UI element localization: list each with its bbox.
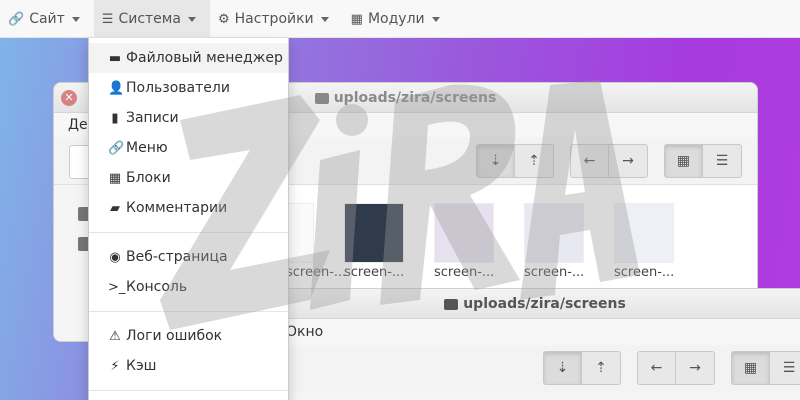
chevron-down-icon bbox=[71, 16, 80, 22]
close-icon[interactable]: ✕ bbox=[61, 90, 77, 106]
nav-button-group: ← → bbox=[570, 144, 648, 178]
menu-item-label: Записи bbox=[126, 110, 179, 126]
view-button-group: ▦ ☰ bbox=[664, 144, 742, 178]
file-name: screen-... bbox=[434, 265, 495, 280]
view-button-group: ▦ ☰ bbox=[731, 351, 800, 385]
file-name: screen-... bbox=[344, 265, 405, 280]
grid-icon: ▦ bbox=[108, 170, 122, 186]
grid-view-button[interactable]: ▦ bbox=[732, 352, 770, 384]
menu-item-users[interactable]: 👤 Пользователи bbox=[89, 73, 288, 103]
nav-system[interactable]: ☰ Система bbox=[93, 0, 210, 38]
window-menubar: Окно bbox=[256, 319, 800, 345]
nav-modules[interactable]: ▦ Модули bbox=[343, 0, 454, 38]
list-view-button[interactable]: ☰ bbox=[703, 145, 741, 177]
forward-button[interactable]: → bbox=[676, 352, 714, 384]
terminal-icon: >_ bbox=[108, 279, 126, 295]
menu-item-web-page[interactable]: ◉ Веб-страница bbox=[89, 242, 288, 272]
menu-item-cache[interactable]: ⚡ Кэш bbox=[89, 351, 288, 381]
window-toolbar: ⇣ ⇡ ← → ▦ ☰ bbox=[256, 345, 800, 393]
sort-button-group: ⇣ ⇡ bbox=[476, 144, 554, 178]
menu-item-label: Консоль bbox=[126, 279, 188, 295]
menu-item-label: Комментарии bbox=[126, 200, 228, 216]
user-icon: 👤 bbox=[108, 80, 125, 96]
grid-view-button[interactable]: ▦ bbox=[665, 145, 703, 177]
list-view-button[interactable]: ☰ bbox=[770, 352, 800, 384]
nav-site-label: Сайт bbox=[29, 11, 65, 27]
menu-item-label: Веб-страница bbox=[126, 249, 228, 265]
gear-icon: ⚙ bbox=[217, 11, 230, 27]
window-title: uploads/zira/screens bbox=[463, 295, 626, 312]
hdd-icon bbox=[314, 93, 329, 104]
book-icon: ▮ bbox=[111, 110, 119, 126]
file-name: screen-... bbox=[524, 265, 585, 280]
menu-item-label: Меню bbox=[126, 140, 168, 156]
menu-item-label: Блоки bbox=[126, 170, 171, 186]
file-name: screen-... bbox=[614, 265, 675, 280]
hdd-icon bbox=[444, 299, 459, 310]
warning-icon: ⚠ bbox=[109, 328, 121, 344]
nav-system-label: Система bbox=[118, 11, 181, 27]
menu-item-console[interactable]: >_ Консоль bbox=[89, 272, 288, 302]
chevron-down-icon bbox=[431, 16, 440, 22]
window-title: uploads/zira/screens bbox=[333, 89, 497, 106]
menu-divider bbox=[89, 311, 288, 312]
file-manager-window-front[interactable]: uploads/zira/screens Окно ⇣ ⇡ ← → ▦ ☰ bbox=[255, 288, 800, 400]
top-navbar: 🔗 Сайт ☰ Система ⚙ Настройки ▦ Модули bbox=[0, 0, 800, 38]
sort-desc-button[interactable]: ⇣ bbox=[477, 145, 515, 177]
bolt-icon: ⚡ bbox=[110, 358, 120, 374]
file-thumbnail[interactable] bbox=[524, 203, 584, 263]
chevron-down-icon bbox=[187, 16, 196, 22]
menu-item-file-manager[interactable]: ▬ Файловый менеджер bbox=[89, 43, 288, 73]
file-thumbnail[interactable] bbox=[344, 203, 404, 263]
system-dropdown-menu: ▬ Файловый менеджер 👤 Пользователи ▮ Зап… bbox=[88, 38, 289, 400]
window-titlebar[interactable]: uploads/zira/screens bbox=[256, 289, 800, 319]
back-button[interactable]: ← bbox=[571, 145, 609, 177]
nav-button-group: ← → bbox=[637, 351, 715, 385]
file-thumbnail[interactable] bbox=[614, 203, 674, 263]
sort-asc-button[interactable]: ⇡ bbox=[515, 145, 553, 177]
grid-icon: ▦ bbox=[350, 11, 363, 27]
menu-divider bbox=[89, 390, 288, 391]
menu-item-comments[interactable]: ▰ Комментарии bbox=[89, 193, 288, 223]
globe-icon: ◉ bbox=[109, 249, 121, 265]
nav-settings[interactable]: ⚙ Настройки bbox=[210, 0, 343, 38]
menu-item-menu[interactable]: 🔗 Меню bbox=[89, 133, 288, 163]
sort-desc-button[interactable]: ⇣ bbox=[544, 352, 582, 384]
menu-item-label: Логи ошибок bbox=[126, 328, 223, 344]
menu-item-error-logs[interactable]: ⚠ Логи ошибок bbox=[89, 321, 288, 351]
menu-item-label: Кэш bbox=[126, 358, 157, 374]
forward-button[interactable]: → bbox=[609, 145, 647, 177]
chevron-down-icon bbox=[320, 16, 329, 22]
menu-divider bbox=[89, 232, 288, 233]
menu-item-records[interactable]: ▮ Записи bbox=[89, 103, 288, 133]
sort-asc-button[interactable]: ⇡ bbox=[582, 352, 620, 384]
server-icon: ☰ bbox=[101, 11, 114, 27]
back-button[interactable]: ← bbox=[638, 352, 676, 384]
nav-settings-label: Настройки bbox=[234, 11, 314, 27]
link-icon: 🔗 bbox=[8, 11, 25, 27]
menu-item-label: Файловый менеджер bbox=[126, 50, 283, 66]
refresh-button[interactable] bbox=[69, 145, 89, 179]
file-thumbnail[interactable] bbox=[434, 203, 494, 263]
menu-item-blocks[interactable]: ▦ Блоки bbox=[89, 163, 288, 193]
nav-modules-label: Модули bbox=[367, 11, 425, 27]
link-icon: 🔗 bbox=[108, 140, 125, 156]
nav-site[interactable]: 🔗 Сайт bbox=[0, 0, 94, 38]
menu-item-label: Пользователи bbox=[126, 80, 230, 96]
sort-button-group: ⇣ ⇡ bbox=[543, 351, 621, 385]
hdd-icon: ▬ bbox=[108, 50, 122, 66]
comment-icon: ▰ bbox=[110, 200, 120, 216]
